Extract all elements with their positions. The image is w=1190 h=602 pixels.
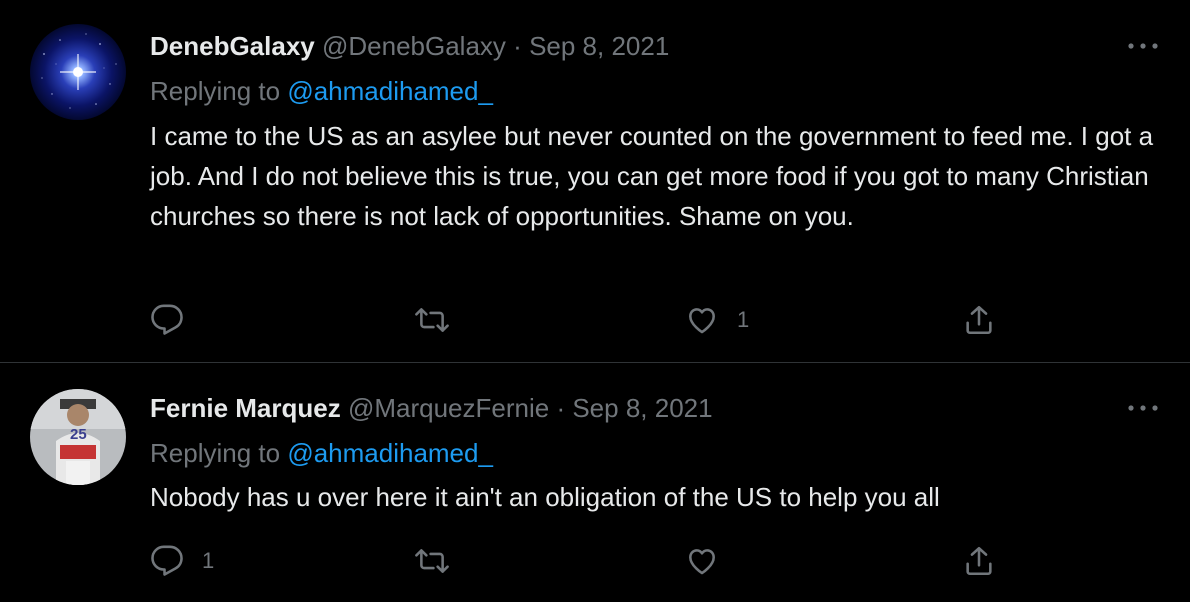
like-icon (689, 308, 715, 334)
mention-link[interactable]: @ahmadihamed_ (287, 76, 493, 106)
tweet[interactable]: DenebGalaxy @DenebGalaxy · Sep 8, 2021 R… (0, 0, 1190, 363)
more-icon (1128, 405, 1158, 411)
handle[interactable]: @MarquezFernie (348, 393, 549, 423)
separator: · (513, 31, 522, 61)
reply-icon (151, 304, 183, 335)
action-bar: 1 (150, 541, 1050, 581)
reply-count: 1 (202, 548, 215, 573)
like-button[interactable] (685, 541, 737, 581)
share-button[interactable] (962, 541, 996, 581)
more-icon (1128, 43, 1158, 49)
tweet-header: DenebGalaxy @DenebGalaxy · Sep 8, 2021 (150, 30, 669, 62)
timestamp[interactable]: Sep 8, 2021 (529, 31, 669, 61)
retweet-button[interactable] (415, 541, 467, 581)
action-bar: 1 (150, 300, 1050, 340)
reply-button[interactable] (150, 300, 202, 340)
retweet-icon (415, 549, 449, 573)
more-options-button[interactable] (1126, 398, 1160, 418)
reply-button[interactable]: 1 (150, 541, 214, 581)
avatar[interactable] (30, 24, 126, 120)
replying-label: Replying to (150, 438, 281, 468)
tweet-text: Nobody has u over here it ain't an oblig… (150, 482, 940, 512)
share-button[interactable] (962, 300, 996, 340)
separator: · (556, 393, 566, 423)
share-icon (966, 305, 992, 335)
reply-icon (151, 545, 183, 576)
timestamp[interactable]: Sep 8, 2021 (572, 393, 712, 423)
avatar[interactable]: 25 (30, 389, 126, 485)
tweet[interactable]: 25 Fernie Marquez @MarquezFernie · Sep 8… (0, 363, 1190, 602)
like-icon (689, 549, 715, 575)
display-name[interactable]: Fernie Marquez (150, 393, 341, 423)
jersey-number: 25 (70, 426, 87, 443)
more-options-button[interactable] (1126, 36, 1160, 56)
like-button[interactable]: 1 (685, 300, 749, 340)
replying-to: Replying to @ahmadihamed_ (150, 75, 493, 107)
mention-link[interactable]: @ahmadihamed_ (287, 438, 493, 468)
tweet-text: I came to the US as an asylee but never … (150, 121, 1154, 231)
share-icon (966, 546, 992, 576)
like-count: 1 (737, 307, 750, 332)
retweet-button[interactable] (415, 300, 467, 340)
handle[interactable]: @DenebGalaxy (322, 31, 506, 61)
replying-label: Replying to (150, 76, 281, 106)
retweet-icon (415, 308, 449, 332)
display-name[interactable]: DenebGalaxy (150, 31, 315, 61)
replying-to: Replying to @ahmadihamed_ (150, 437, 493, 469)
tweet-header: Fernie Marquez @MarquezFernie · Sep 8, 2… (150, 392, 713, 424)
